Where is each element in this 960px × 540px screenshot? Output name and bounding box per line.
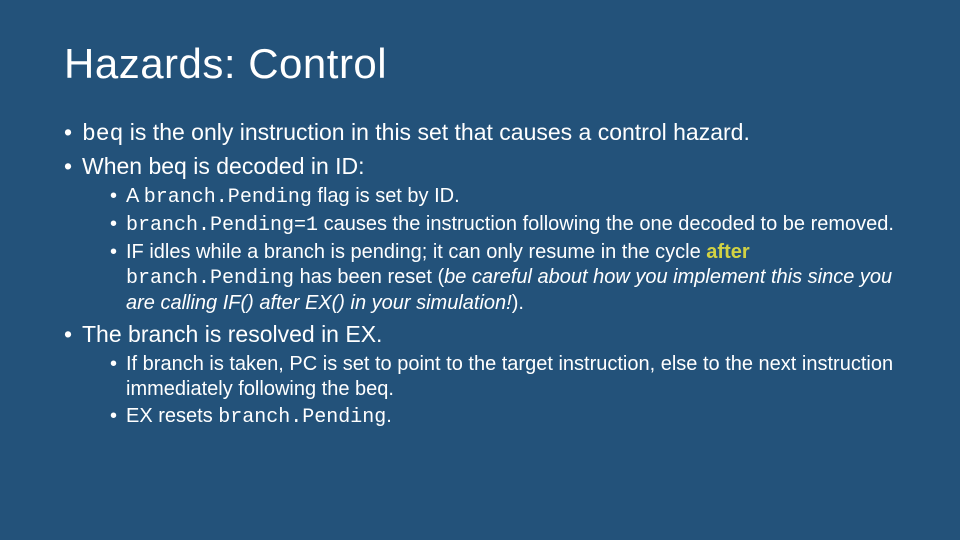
text: has been reset ( xyxy=(294,266,444,288)
bullet-2c: IF idles while a branch is pending; it c… xyxy=(110,240,896,316)
code-branch-pending: branch.Pending xyxy=(144,186,312,209)
bullet-2b: branch.Pending=1 causes the instruction … xyxy=(110,212,896,238)
code-branch-pending: branch.Pending xyxy=(218,406,386,429)
text: . xyxy=(386,405,392,427)
text: When beq is decoded in ID: xyxy=(82,153,365,179)
sub-list: If branch is taken, PC is set to point t… xyxy=(82,352,896,430)
text: is the only instruction in this set that… xyxy=(123,119,749,145)
bullet-2: When beq is decoded in ID: A branch.Pend… xyxy=(64,152,896,316)
text: The branch is resolved in EX. xyxy=(82,321,382,347)
slide-title: Hazards: Control xyxy=(64,40,896,88)
sub-list: A branch.Pending flag is set by ID. bran… xyxy=(82,184,896,316)
text: flag is set by ID. xyxy=(312,185,460,207)
code-beq: beq xyxy=(82,121,123,147)
text: ). xyxy=(512,292,524,314)
text: If branch is taken, PC is set to point t… xyxy=(126,353,893,400)
code-branch-pending: branch.Pending xyxy=(126,267,294,290)
bullet-3a: If branch is taken, PC is set to point t… xyxy=(110,352,896,402)
accent-after: after xyxy=(706,241,749,263)
text: causes the instruction following the one… xyxy=(318,213,894,235)
code-branch-pending-eq1: branch.Pending=1 xyxy=(126,214,318,237)
bullet-3: The branch is resolved in EX. If branch … xyxy=(64,320,896,430)
bullet-1: beq is the only instruction in this set … xyxy=(64,118,896,150)
bullet-3b: EX resets branch.Pending. xyxy=(110,404,896,430)
bullet-2a: A branch.Pending flag is set by ID. xyxy=(110,184,896,210)
text: A xyxy=(126,185,144,207)
text: IF idles while a branch is pending; it c… xyxy=(126,241,706,263)
slide: Hazards: Control beq is the only instruc… xyxy=(0,0,960,540)
text: EX resets xyxy=(126,405,218,427)
bullet-list: beq is the only instruction in this set … xyxy=(64,118,896,430)
